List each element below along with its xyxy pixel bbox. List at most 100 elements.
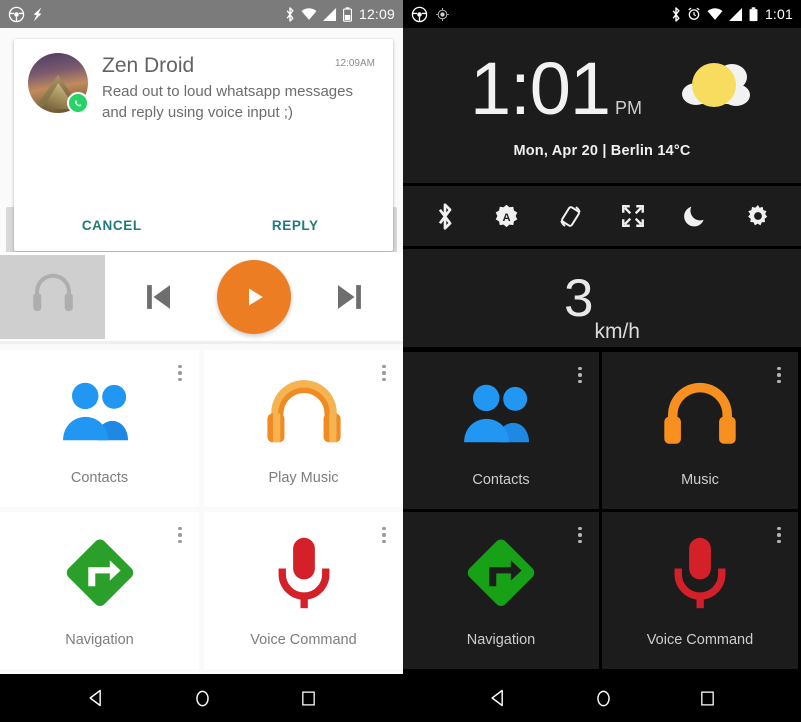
tile-label: Navigation xyxy=(466,631,536,648)
bluetooth-icon xyxy=(285,6,295,22)
wifi-icon xyxy=(707,7,723,21)
notification-title-row: Zen Droid 12:09AM xyxy=(102,53,375,78)
clock-subtitle: Mon, Apr 20 | Berlin 14°C xyxy=(513,142,691,159)
sun-behind-cloud-icon xyxy=(680,57,752,119)
steering-wheel-icon xyxy=(411,6,428,23)
home-button[interactable] xyxy=(580,683,627,714)
clock-row: 1:01 PM xyxy=(403,46,801,130)
flash-icon xyxy=(31,7,44,22)
left-app-tiles: Contacts Play Music Navigation Voice Com… xyxy=(0,350,403,674)
microphone-icon xyxy=(272,534,336,612)
avatar xyxy=(28,53,89,114)
tile-row-1: Contacts Play Music xyxy=(0,350,403,512)
clock-ampm: PM xyxy=(615,97,643,118)
tile-music[interactable]: Music xyxy=(602,352,798,509)
media-source-button[interactable] xyxy=(0,254,105,339)
auto-rotate-toggle[interactable] xyxy=(553,199,588,234)
right-navigation-bar xyxy=(403,674,801,722)
whatsapp-icon xyxy=(67,92,89,114)
tile-navigation[interactable]: Navigation xyxy=(403,512,599,669)
tile-voice-command[interactable]: Voice Command xyxy=(602,512,798,669)
back-button[interactable] xyxy=(72,682,120,714)
home-button[interactable] xyxy=(179,683,226,714)
left-status-time: 12:09 xyxy=(358,6,395,22)
right-status-bar: 1:01 xyxy=(403,0,801,28)
quick-toggle-row: A xyxy=(403,186,801,246)
alarm-icon xyxy=(687,7,701,21)
settings-button[interactable] xyxy=(741,199,775,233)
gps-target-icon xyxy=(436,7,449,21)
clock-time: 1:01 xyxy=(469,46,611,130)
tile-voice-command[interactable]: Voice Command xyxy=(204,512,403,669)
tile-row-2: Navigation Voice Command xyxy=(403,512,801,672)
contacts-icon xyxy=(60,372,140,450)
tile-label: Navigation xyxy=(65,631,134,648)
left-status-icons xyxy=(285,6,352,22)
headphones-icon xyxy=(660,374,740,452)
previous-track-button[interactable] xyxy=(137,275,181,319)
reply-action-wrap: REPLY xyxy=(204,210,388,241)
cancel-action-wrap: CANCEL xyxy=(20,210,204,241)
speed-value: 3 xyxy=(564,268,594,328)
tile-label: Contacts xyxy=(472,471,530,488)
reply-button[interactable]: REPLY xyxy=(262,210,329,241)
night-mode-toggle[interactable] xyxy=(678,199,712,233)
left-navigation-bar xyxy=(0,674,403,722)
tile-row-1: Contacts Music xyxy=(403,352,801,512)
notification-message: Read out to loud whatsapp messages and r… xyxy=(102,83,353,121)
overflow-menu-icon[interactable] xyxy=(171,520,189,550)
right-app-tiles: Contacts Music Navigation Voice Command xyxy=(403,352,801,672)
steering-wheel-icon xyxy=(8,6,25,23)
notification-header: Zen Droid 12:09AM Read out to loud whats… xyxy=(28,53,379,123)
recents-button[interactable] xyxy=(685,684,730,713)
notification-app-name: Zen Droid xyxy=(102,54,195,77)
tile-contacts[interactable]: Contacts xyxy=(403,352,599,509)
overflow-menu-icon[interactable] xyxy=(375,358,393,388)
wifi-icon xyxy=(301,7,317,21)
right-status-time: 1:01 xyxy=(764,6,793,22)
right-status-icons xyxy=(671,6,758,22)
navigation-arrow-icon xyxy=(62,534,138,612)
media-transport-controls xyxy=(105,259,403,334)
tile-navigation[interactable]: Navigation xyxy=(0,512,199,669)
auto-brightness-toggle[interactable]: A xyxy=(489,199,524,234)
back-button[interactable] xyxy=(474,682,522,714)
tile-play-music[interactable]: Play Music xyxy=(204,350,403,507)
notification-stack: Zen Droid 12:09AM Read out to loud whats… xyxy=(0,39,403,269)
tile-label: Contacts xyxy=(70,469,129,486)
left-panel-light-theme: 12:09 Zen Droid 12:09AM Read out to loud… xyxy=(0,0,403,722)
right-panel-dark-theme: 1:01 1:01 PM Mon, Apr 20 | Berlin 14°C A… xyxy=(403,0,801,722)
cancel-button[interactable]: CANCEL xyxy=(72,210,152,241)
notification-text: Zen Droid 12:09AM Read out to loud whats… xyxy=(88,53,379,123)
media-control-bar xyxy=(0,252,403,344)
bluetooth-toggle[interactable] xyxy=(429,199,461,234)
svg-text:A: A xyxy=(503,212,511,224)
notification-card[interactable]: Zen Droid 12:09AM Read out to loud whats… xyxy=(14,39,393,251)
tile-label: Play Music xyxy=(268,469,339,486)
overflow-menu-icon[interactable] xyxy=(770,520,788,550)
fullscreen-toggle[interactable] xyxy=(616,199,650,233)
recents-button[interactable] xyxy=(286,684,331,713)
left-status-bar: 12:09 xyxy=(0,0,403,28)
speed-widget: 3 km/h xyxy=(403,249,801,347)
overflow-menu-icon[interactable] xyxy=(770,360,788,390)
dual-screenshot-comparison: 12:09 Zen Droid 12:09AM Read out to loud… xyxy=(0,0,801,722)
battery-icon xyxy=(749,6,758,22)
clock-widget[interactable]: 1:01 PM Mon, Apr 20 | Berlin 14°C xyxy=(403,28,801,183)
signal-icon xyxy=(728,7,743,21)
overflow-menu-icon[interactable] xyxy=(571,520,589,550)
tile-label: Voice Command xyxy=(250,631,357,648)
tile-label: Voice Command xyxy=(646,631,754,648)
tile-row-2: Navigation Voice Command xyxy=(0,512,403,674)
notification-actions: CANCEL REPLY xyxy=(14,210,393,241)
overflow-menu-icon[interactable] xyxy=(171,358,189,388)
headphones-icon xyxy=(26,267,80,326)
contacts-icon xyxy=(461,374,541,452)
overflow-menu-icon[interactable] xyxy=(375,520,393,550)
bluetooth-icon xyxy=(671,6,681,22)
tile-contacts[interactable]: Contacts xyxy=(0,350,199,507)
overflow-menu-icon[interactable] xyxy=(571,360,589,390)
play-button[interactable] xyxy=(217,259,291,334)
next-track-button[interactable] xyxy=(327,275,371,319)
play-music-headphones-icon xyxy=(263,372,345,450)
